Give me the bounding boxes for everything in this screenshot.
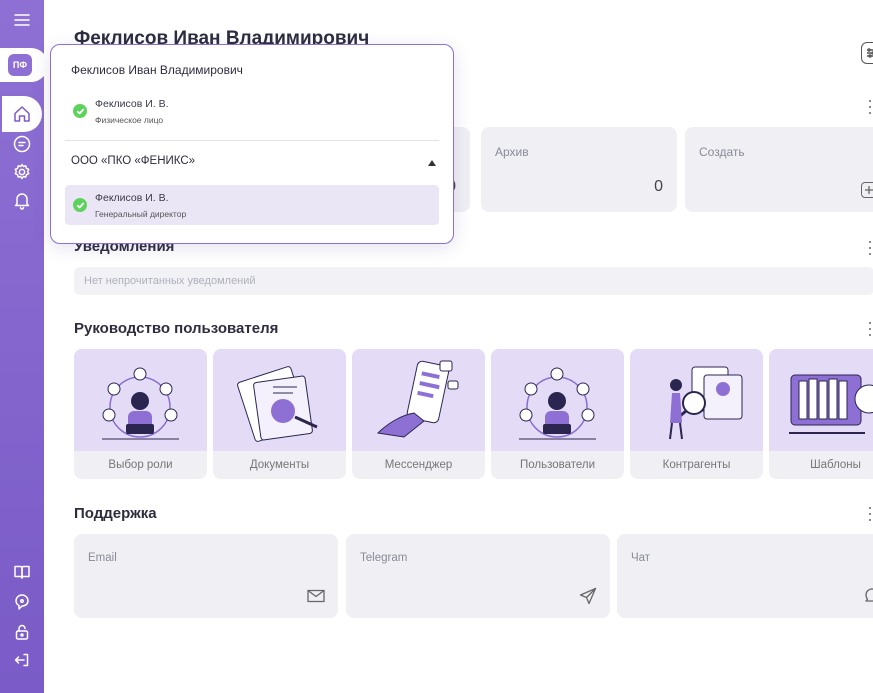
check-icon: [73, 198, 87, 212]
support-title: Поддержка: [74, 505, 157, 522]
counterparties-illustration: [630, 349, 763, 451]
users-illustration: [491, 349, 624, 451]
menu-icon[interactable]: [8, 6, 36, 34]
app-page: ПФ Феклисов Иван Владимирович Архив 0 Со…: [0, 0, 873, 693]
guide-card-label: Мессенджер: [384, 459, 453, 471]
guide-card-counterparties[interactable]: Контрагенты: [630, 349, 763, 479]
lock-icon[interactable]: [8, 618, 36, 646]
settings-sliders-icon[interactable]: [861, 42, 873, 64]
dropdown-title: Феклисов Иван Владимирович: [71, 63, 243, 77]
support-more-icon[interactable]: [867, 507, 873, 521]
documents-icon[interactable]: [8, 130, 36, 158]
guide-more-icon[interactable]: [867, 322, 873, 336]
profile-option-name: Феклисов И. В.: [95, 192, 169, 204]
profile-option-organization[interactable]: Феклисов И. В. Генеральный директор: [65, 185, 439, 225]
sidebar: ПФ: [0, 0, 48, 693]
bell-icon[interactable]: [8, 186, 36, 214]
caret-up-icon[interactable]: [427, 155, 437, 166]
check-icon: [73, 104, 87, 118]
templates-illustration: [769, 349, 873, 451]
guide-card-messenger[interactable]: Мессенджер: [352, 349, 485, 479]
documents-illustration: [213, 349, 346, 451]
archive-card[interactable]: Архив 0: [481, 127, 677, 212]
messenger-illustration: [352, 349, 485, 451]
archive-label: Архив: [495, 145, 529, 159]
profile-option-personal[interactable]: Феклисов И. В. Физическое лицо: [65, 91, 439, 131]
guide-card-label: Документы: [249, 459, 310, 471]
avatar[interactable]: ПФ: [8, 54, 32, 76]
profile-option-role: Генеральный директор: [95, 209, 187, 219]
gear-icon[interactable]: [8, 158, 36, 186]
guide-card-users[interactable]: Пользователи: [491, 349, 624, 479]
guide-title: Руководство пользователя: [74, 320, 279, 337]
logout-icon[interactable]: [8, 646, 36, 674]
guide-card-templates[interactable]: Шаблоны: [769, 349, 873, 479]
support-card-telegram[interactable]: Telegram: [346, 534, 610, 618]
profile-option-role: Физическое лицо: [95, 115, 164, 125]
profile-dropdown: Феклисов Иван Владимирович Феклисов И. В…: [50, 44, 454, 244]
archive-count: 0: [654, 178, 663, 195]
guide-card-label: Пользователи: [519, 459, 596, 471]
support-card-label: Чат: [631, 552, 651, 564]
home-icon[interactable]: [2, 96, 42, 132]
guide-card-documents[interactable]: Документы: [213, 349, 346, 479]
documents-more-icon[interactable]: [867, 100, 873, 114]
envelope-icon: [306, 586, 326, 606]
profile-option-name: Феклисов И. В.: [95, 98, 169, 110]
guide-card-role[interactable]: Выбор роли: [74, 349, 207, 479]
guide-card-label: Шаблоны: [810, 459, 861, 471]
book-icon[interactable]: [8, 558, 36, 586]
notifications-empty: Нет непрочитанных уведомлений: [74, 267, 873, 295]
support-card-chat[interactable]: Чат: [617, 534, 873, 618]
role-illustration: [74, 349, 207, 451]
divider: [65, 140, 439, 141]
create-card[interactable]: Создать: [685, 127, 873, 212]
support-card-label: Email: [88, 552, 117, 564]
guide-card-label: Контрагенты: [662, 459, 731, 471]
plus-icon[interactable]: [861, 182, 873, 198]
paper-plane-icon: [578, 586, 598, 606]
profile-switcher[interactable]: ПФ: [0, 48, 48, 82]
support-card-email[interactable]: Email: [74, 534, 338, 618]
chat-icon: [863, 586, 873, 606]
notifications-more-icon[interactable]: [867, 241, 873, 255]
create-label: Создать: [699, 145, 745, 159]
organization-name[interactable]: ООО «ПКО «ФЕНИКС»: [71, 155, 195, 167]
guide-card-label: Выбор роли: [108, 459, 173, 471]
support-card-label: Telegram: [360, 552, 408, 564]
support-chat-icon[interactable]: [8, 588, 36, 616]
